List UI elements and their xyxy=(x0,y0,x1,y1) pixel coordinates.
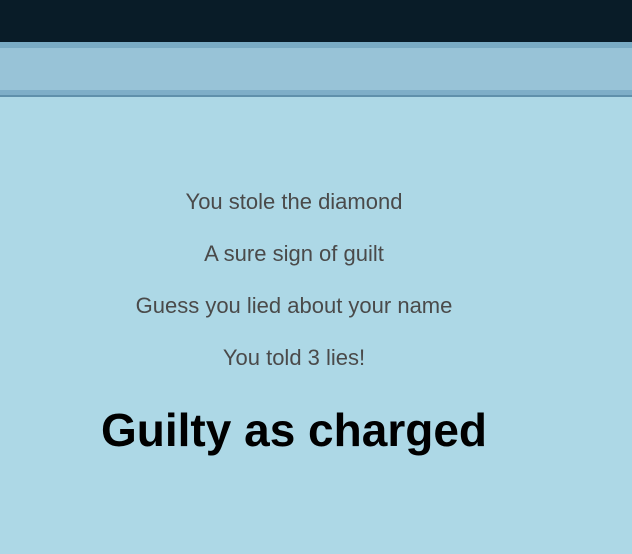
top-bar xyxy=(0,0,632,42)
message-lied-about-name: Guess you lied about your name xyxy=(135,293,453,318)
toolbar-divider xyxy=(0,90,632,98)
message-stole-diamond: You stole the diamond xyxy=(185,189,403,214)
message-lie-count: You told 3 lies! xyxy=(222,345,366,370)
result-panel: You stole the diamond A sure sign of gui… xyxy=(0,98,588,554)
verdict-heading: Guilty as charged xyxy=(100,404,487,456)
message-sign-of-guilt: A sure sign of guilt xyxy=(204,241,384,266)
toolbar xyxy=(0,48,632,90)
